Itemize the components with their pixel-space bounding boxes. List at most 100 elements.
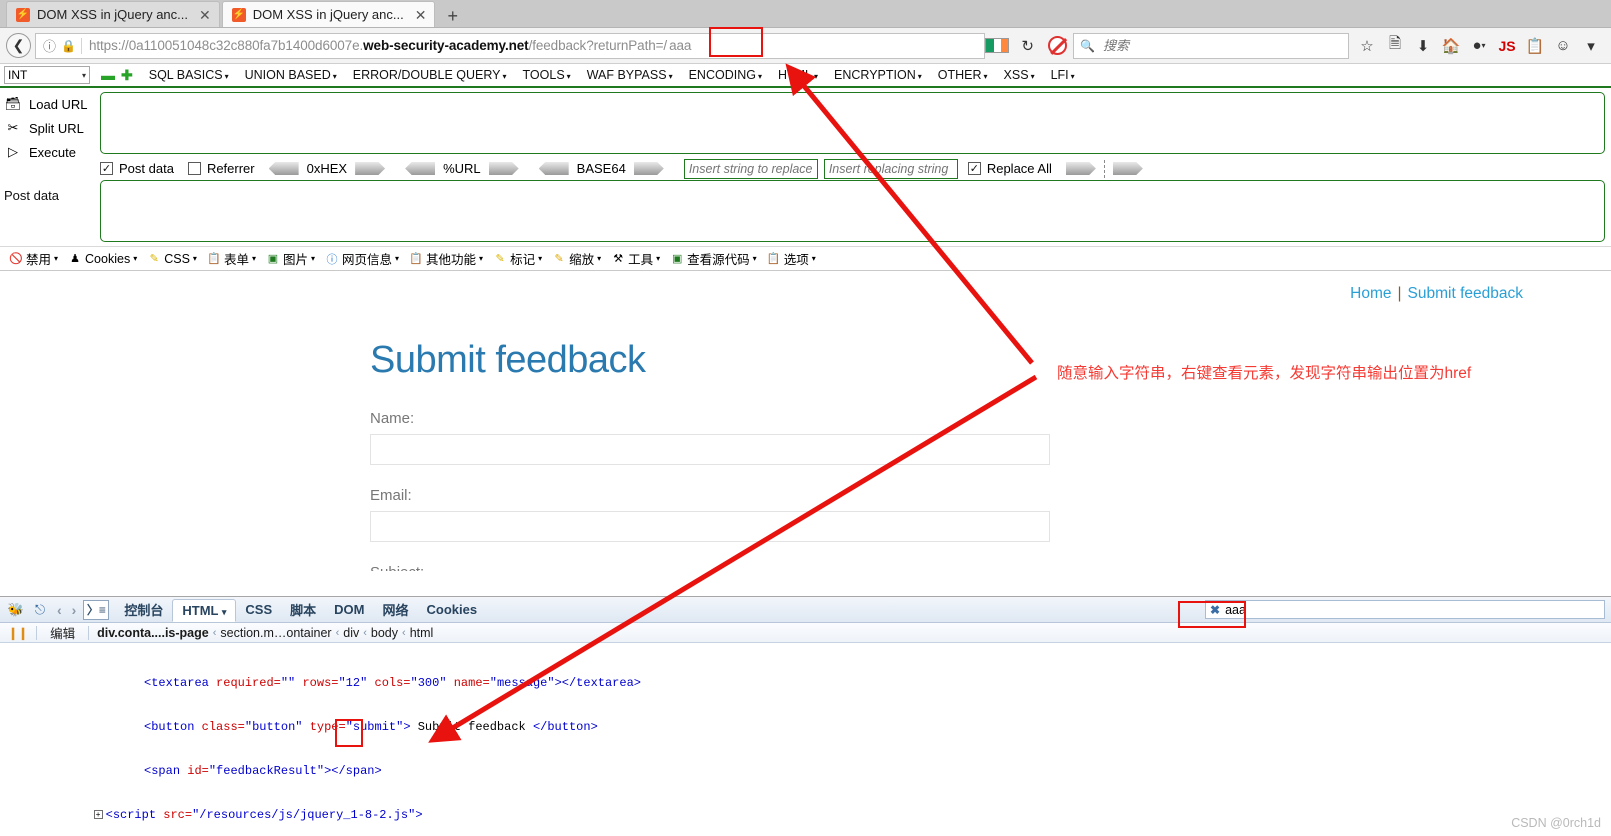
load-url-button[interactable]: 🗃 Load URL — [0, 92, 100, 116]
close-icon[interactable]: ✕ — [415, 8, 427, 22]
search-bar[interactable]: 🔍 — [1073, 32, 1349, 59]
close-icon[interactable]: ✕ — [199, 8, 211, 22]
add-button[interactable]: ✚ — [121, 67, 133, 84]
browser-tab-2[interactable]: ⚡ DOM XSS in jQuery anc... ✕ — [221, 1, 436, 27]
misc-icon: 📋 — [409, 253, 423, 265]
overflow-chevron-icon[interactable]: ▾ — [1577, 33, 1605, 59]
firebug-tab-css[interactable]: CSS — [236, 599, 281, 620]
search-input[interactable] — [1100, 37, 1342, 54]
reload-icon[interactable]: ↻ — [1013, 37, 1042, 55]
hackbar-menu-html[interactable]: HTML ▾ — [770, 68, 826, 82]
chevron-down-icon: ▾ — [1070, 72, 1075, 81]
split-url-button[interactable]: ✂ Split URL — [0, 116, 100, 140]
source-line[interactable]: + <script src="/resources/js/jquery_1-8-2… — [0, 808, 1611, 823]
inspect-icon[interactable]: ⎋ — [28, 599, 52, 621]
breadcrumb-item-2[interactable]: div — [339, 626, 363, 640]
replace-apply-button[interactable] — [1065, 162, 1096, 175]
firebug-icon[interactable]: 🐝 — [4, 599, 28, 621]
firebug-search-box[interactable]: ✖ aaa — [1205, 600, 1605, 619]
extra-action-button[interactable] — [1112, 162, 1143, 175]
bookmark-star-icon[interactable]: ☆ — [1353, 33, 1381, 59]
firebug-tab-html[interactable]: HTML ▾ — [172, 598, 237, 622]
webdev-item-outline[interactable]: ✎ 标记 ▾ — [488, 249, 547, 268]
webdev-item-misc[interactable]: 📋 其他功能 ▾ — [404, 249, 488, 268]
firebug-next-button[interactable]: › — [67, 602, 82, 618]
page-info-icon[interactable]: ⓘ — [43, 36, 56, 55]
download-icon[interactable]: ⬇ — [1409, 33, 1437, 59]
breadcrumb-item-1[interactable]: section.m…ontainer — [216, 626, 335, 640]
new-tab-button[interactable]: + — [437, 7, 468, 27]
firebug-tab-dom[interactable]: DOM — [325, 599, 373, 620]
smiley-icon[interactable]: ☺ — [1549, 33, 1577, 59]
firebug-prev-button[interactable]: ‹ — [52, 602, 67, 618]
firebug-tab-console[interactable]: 控制台 — [115, 597, 172, 622]
webdev-item-tools[interactable]: ⚒ 工具 ▾ — [606, 249, 665, 268]
hackbar-menu-union-based[interactable]: UNION BASED ▾ — [237, 68, 345, 82]
hackbar-menu-sql-basics[interactable]: SQL BASICS ▾ — [141, 68, 237, 82]
replace-to-input[interactable] — [823, 158, 958, 179]
browser-tab-1[interactable]: ⚡ DOM XSS in jQuery anc... ✕ — [6, 1, 220, 27]
breadcrumb-item-0[interactable]: div.conta....is-page — [93, 626, 213, 640]
post-data-textarea[interactable] — [100, 180, 1605, 242]
hackbar-menu-encoding[interactable]: ENCODING ▾ — [681, 68, 770, 82]
url-decode-button[interactable] — [405, 162, 436, 175]
home-icon[interactable]: 🏠 — [1437, 33, 1465, 59]
firebug-tab-script[interactable]: 脚本 — [281, 597, 325, 622]
nav-link-submit-feedback[interactable]: Submit feedback — [1408, 285, 1523, 302]
base64-decode-button[interactable] — [538, 162, 569, 175]
noscript-icon[interactable] — [1048, 36, 1067, 55]
execute-button[interactable]: ▷ Execute — [0, 140, 100, 164]
webdev-item-view-source[interactable]: ▣ 查看源代码 ▾ — [665, 249, 762, 268]
webdev-item-resize[interactable]: ✎ 缩放 ▾ — [547, 249, 606, 268]
nav-link-home[interactable]: Home — [1350, 285, 1391, 302]
source-line[interactable]: <textarea required="" rows="12" cols="30… — [0, 676, 1611, 691]
console-command-line-icon[interactable]: 〉≡ — [83, 599, 110, 620]
address-bar[interactable]: ⓘ 🔒 https://0a110051048c32c880fa7b1400d6… — [35, 32, 986, 59]
expand-icon[interactable]: + — [93, 809, 103, 819]
replace-from-input[interactable] — [683, 158, 818, 179]
url-encode-button[interactable] — [488, 162, 519, 175]
webdev-item-disable[interactable]: 🚫 禁用 ▾ — [4, 249, 63, 268]
firebug-tab-cookies[interactable]: Cookies — [418, 599, 487, 620]
webdev-item-cookies[interactable]: ♟ Cookies ▾ — [63, 252, 142, 266]
base64-encode-button[interactable] — [633, 162, 664, 175]
hackbar-type-select[interactable]: INT ▾ — [4, 66, 90, 84]
base64-label: BASE64 — [576, 161, 626, 176]
hex-encode-button[interactable] — [355, 162, 386, 175]
hex-decode-button[interactable] — [268, 162, 299, 175]
source-line[interactable]: <button class="button" type="submit"> Su… — [0, 720, 1611, 735]
email-input[interactable] — [370, 511, 1050, 542]
replace-all-checkbox[interactable]: ✓ Replace All — [967, 161, 1052, 176]
remove-button[interactable]: ▬ — [101, 67, 115, 83]
hackbar-menu-lfi[interactable]: LFI ▾ — [1043, 68, 1083, 82]
post-data-checkbox[interactable]: ✓ Post data — [100, 161, 174, 176]
hackbar-menu-waf-bypass[interactable]: WAF BYPASS ▾ — [579, 68, 681, 82]
pause-icon[interactable]: ❙❙ — [4, 626, 32, 640]
url-textarea[interactable] — [100, 92, 1605, 154]
referrer-checkbox[interactable]: Referrer — [187, 161, 255, 176]
webdev-item-forms[interactable]: 📋 表单 ▾ — [202, 249, 261, 268]
reader-icon[interactable]: 🗎 — [1381, 33, 1409, 59]
webdev-item-images[interactable]: ▣ 图片 ▾ — [261, 249, 320, 268]
webdev-item-css[interactable]: ✎ CSS ▾ — [142, 252, 202, 266]
hackbar-menu-other[interactable]: OTHER ▾ — [930, 68, 996, 82]
hackbar-menu-xss[interactable]: XSS ▾ — [996, 68, 1043, 82]
clear-search-icon[interactable]: ✖ — [1210, 603, 1220, 617]
firebug-edit-button[interactable]: 编辑 — [41, 623, 84, 642]
hackbar-menu-tools[interactable]: TOOLS ▾ — [515, 68, 579, 82]
translate-icon[interactable]: 📋 — [1521, 33, 1549, 59]
name-input[interactable] — [370, 434, 1050, 465]
breadcrumb-item-3[interactable]: body — [367, 626, 402, 640]
back-icon[interactable]: ❮ — [6, 33, 31, 58]
firebug-toolbar: 🐝 ⎋ ‹ › 〉≡ 控制台 HTML ▾ CSS 脚本 DOM 网络 Cook… — [0, 597, 1611, 623]
breadcrumb-item-4[interactable]: html — [406, 626, 438, 640]
js-icon[interactable]: JS — [1493, 33, 1521, 59]
firebug-tab-net[interactable]: 网络 — [373, 597, 417, 622]
hackbar-menu-error-double-query[interactable]: ERROR/DOUBLE QUERY ▾ — [345, 68, 515, 82]
webdev-item-options[interactable]: 📋 选项 ▾ — [762, 249, 821, 268]
source-line[interactable]: <span id="feedbackResult"></span> — [0, 764, 1611, 779]
user-agent-icon[interactable]: ● ▾ — [1465, 33, 1493, 59]
webdev-item-information[interactable]: ⓘ 网页信息 ▾ — [320, 249, 404, 268]
chevron-down-icon: ▾ — [54, 254, 59, 263]
hackbar-menu-encryption[interactable]: ENCRYPTION ▾ — [826, 68, 930, 82]
